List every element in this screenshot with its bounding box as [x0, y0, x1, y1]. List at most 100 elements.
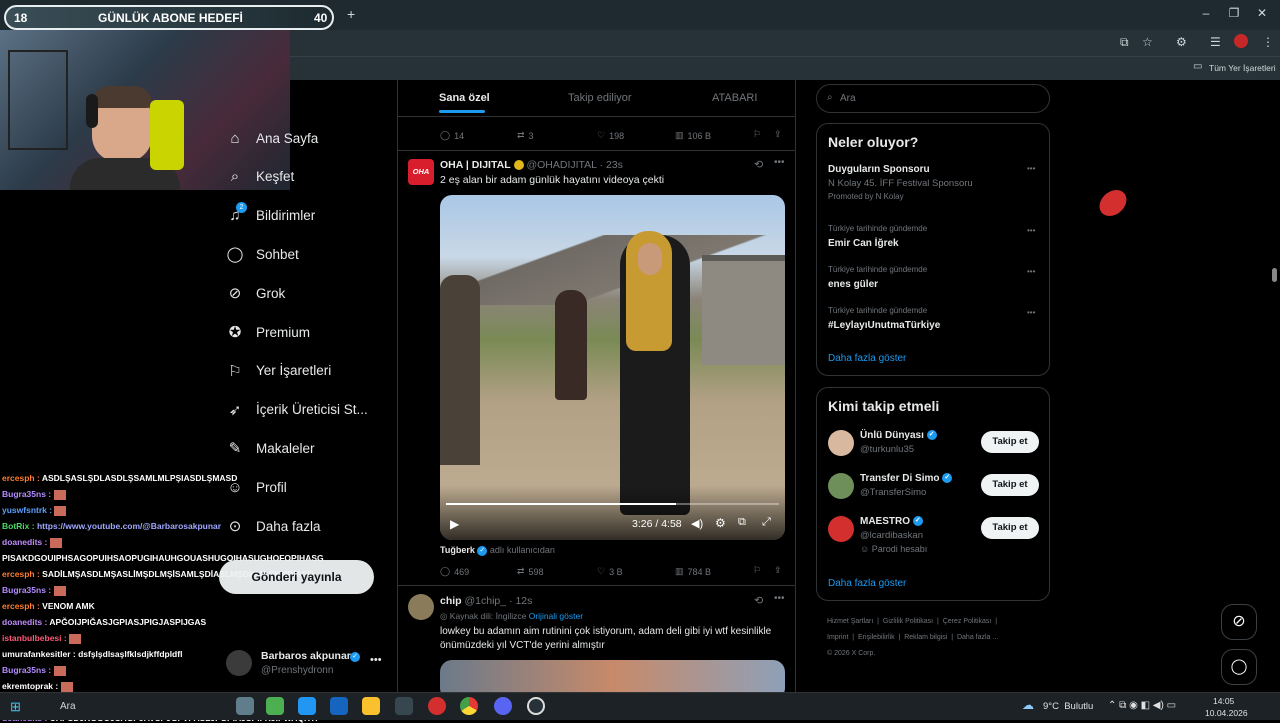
share-action[interactable]: ⇪ [774, 129, 782, 140]
all-bookmarks-link[interactable]: Tüm Yer İşaretleri [1209, 63, 1276, 73]
share-action[interactable]: ⇪ [774, 565, 782, 576]
trends-show-more[interactable]: Daha fazla göster [828, 353, 906, 364]
messages-float-button[interactable]: ◯ [1221, 649, 1257, 685]
weather-text[interactable]: 9°C Bulutlu [1043, 701, 1093, 712]
windows-start-icon[interactable]: ⊞ [10, 699, 21, 715]
footer-link[interactable]: Reklam bilgisi [904, 634, 947, 641]
footer-link[interactable]: Çerez Politikası [943, 618, 992, 625]
chat-username[interactable]: Bugra35ns : [2, 665, 54, 675]
follow-show-more[interactable]: Daha fazla göster [828, 578, 906, 589]
footer-link[interactable]: Imprint [827, 634, 848, 641]
settings-icon[interactable]: ⚙ [715, 516, 726, 530]
pip-icon[interactable]: ⧉ [738, 516, 746, 529]
tweet-media[interactable] [440, 660, 785, 692]
repost-count[interactable]: ⇄ 598 [517, 566, 544, 577]
reply-count[interactable]: ◯ 14 [440, 130, 464, 141]
new-tab-button[interactable]: + [347, 6, 355, 22]
like-count[interactable]: ♡ 3 B [597, 566, 623, 577]
grok-icon[interactable]: ⟲ [754, 594, 763, 607]
close-window-button[interactable]: ✕ [1252, 6, 1272, 20]
like-count[interactable]: ♡ 198 [597, 130, 624, 141]
extensions-icon[interactable]: ⚙ [1176, 35, 1187, 49]
follow-suggestion[interactable]: Transfer Di Simo ✓ @TransferSimo Takip et [817, 471, 1051, 511]
chat-username[interactable]: doanedits : [2, 617, 49, 627]
reply-count[interactable]: ◯ 469 [440, 566, 469, 577]
taskbar-app-icon[interactable] [395, 697, 413, 715]
bookmark-action[interactable]: ⚐ [753, 565, 761, 576]
footer-link[interactable]: Gizlilik Politikası [883, 618, 933, 625]
chat-username[interactable]: umurafankesitler : [2, 649, 78, 659]
more-icon[interactable]: ••• [1027, 164, 1035, 173]
play-icon[interactable]: ▶ [450, 517, 459, 531]
taskbar-search[interactable]: Ara [60, 701, 76, 712]
video-progress-track[interactable] [446, 503, 779, 505]
nav-item-profile[interactable]: ☺ Profil [226, 478, 286, 496]
cast-icon[interactable]: ⧉ [1120, 35, 1129, 50]
author-name[interactable]: OHA | DIJITAL [440, 159, 511, 171]
author-name[interactable]: chip [440, 595, 462, 607]
more-icon[interactable]: ••• [370, 654, 382, 666]
chat-username[interactable]: yuswfsntrk : [2, 505, 54, 515]
tab-for-you[interactable]: Sana özel [439, 92, 490, 104]
footer-link[interactable]: Erişilebilirlik [858, 634, 895, 641]
grok-float-button[interactable]: ⊘ [1221, 604, 1257, 640]
star-icon[interactable]: ☆ [1142, 35, 1153, 49]
follow-suggestion[interactable]: Ünlü Dünyası ✓ @turkunlu35 Takip et [817, 428, 1051, 468]
views-count[interactable]: ▥ 106 B [675, 130, 711, 141]
volume-icon[interactable]: ◀) [691, 517, 703, 530]
footer-link[interactable]: Hizmet Şartları [827, 618, 873, 625]
chat-username[interactable]: Bugra35ns : [2, 489, 54, 499]
taskbar-chrome-icon[interactable] [460, 697, 478, 715]
reading-list-icon[interactable]: ☰ [1210, 35, 1221, 49]
nav-item-home[interactable]: ⌂ Ana Sayfa [226, 129, 318, 147]
nav-item-more-circle[interactable]: ⊙ Daha fazla [226, 517, 321, 535]
chat-username[interactable]: ercesph : [2, 601, 42, 611]
clock-date[interactable]: 10.04.2026 [1205, 708, 1248, 718]
nav-item-premium[interactable]: ✪ Premium [226, 323, 310, 341]
more-icon[interactable]: ••• [774, 593, 785, 604]
grok-icon[interactable]: ⟲ [754, 158, 763, 171]
minimize-button[interactable]: – [1196, 6, 1216, 20]
taskbar-opera-icon[interactable] [428, 697, 446, 715]
account-switcher[interactable]: Barbaros akpunar ✓ @Prenshydronn ••• [226, 648, 386, 682]
maximize-button[interactable]: ❐ [1224, 6, 1244, 20]
taskbar-obs-icon[interactable] [527, 697, 545, 715]
nav-item-rocket[interactable]: ➶ İçerik Üreticisi St... [226, 401, 368, 419]
more-icon[interactable]: ••• [1027, 308, 1035, 317]
views-count[interactable]: ▥ 784 B [675, 566, 711, 577]
search-box[interactable]: ⌕ Ara [816, 84, 1050, 113]
follow-button[interactable]: Takip et [981, 431, 1039, 453]
nav-item-grok[interactable]: ⊘ Grok [226, 284, 286, 302]
chat-username[interactable]: BotRix : [2, 521, 37, 531]
nav-item-article[interactable]: ✎ Makaleler [226, 439, 315, 457]
video-player[interactable]: ▶ 3:26 / 4:58 ◀) ⚙ ⧉ ⤢ [440, 195, 785, 540]
nav-item-search[interactable]: ⌕ Keşfet [226, 168, 294, 186]
chat-username[interactable]: ercesph : [2, 473, 42, 483]
more-icon[interactable]: ••• [1027, 267, 1035, 276]
follow-suggestion[interactable]: MAESTRO ✓ @lcardibaskan ☺ Parodi hesabı Tak… [817, 514, 1051, 554]
chat-username[interactable]: Bugra35ns : [2, 585, 54, 595]
chat-username[interactable]: ercesph : [2, 569, 42, 579]
tweet-chip[interactable]: chip @1chip_ · 12s ⟲ ••• ◎ Kaynak dili: … [398, 586, 795, 692]
bookmark-action[interactable]: ⚐ [753, 129, 761, 140]
chat-username[interactable]: istanbulbebesi : [2, 633, 69, 643]
author-handle[interactable]: @1chip_ [465, 595, 507, 607]
taskbar-app-icon[interactable] [298, 697, 316, 715]
clock-time[interactable]: 14:05 [1213, 696, 1234, 706]
tab-atabari[interactable]: ATABARI [712, 92, 757, 104]
nav-item-bookmark[interactable]: ⚐ Yer İşaretleri [226, 362, 331, 380]
credit-name[interactable]: Tuğberk [440, 545, 475, 555]
show-original-link[interactable]: Orijinali göster [529, 611, 583, 621]
browser-menu-icon[interactable]: ⋮ [1262, 35, 1274, 49]
more-icon[interactable]: ••• [1027, 226, 1035, 235]
fullscreen-icon[interactable]: ⤢ [762, 516, 771, 529]
more-icon[interactable]: ••• [774, 157, 785, 168]
follow-button[interactable]: Takip et [981, 474, 1039, 496]
taskbar-app-icon[interactable] [330, 697, 348, 715]
taskbar-folder-icon[interactable] [362, 697, 380, 715]
post-button[interactable]: Gönderi yayınla [219, 560, 374, 594]
tray-icons[interactable]: ⌃ ⧉ ◉ ◧ ◀) ▭ [1108, 700, 1176, 711]
chat-username[interactable]: ekremtoprak : [2, 681, 61, 691]
follow-button[interactable]: Takip et [981, 517, 1039, 539]
taskbar-discord-icon[interactable] [494, 697, 512, 715]
